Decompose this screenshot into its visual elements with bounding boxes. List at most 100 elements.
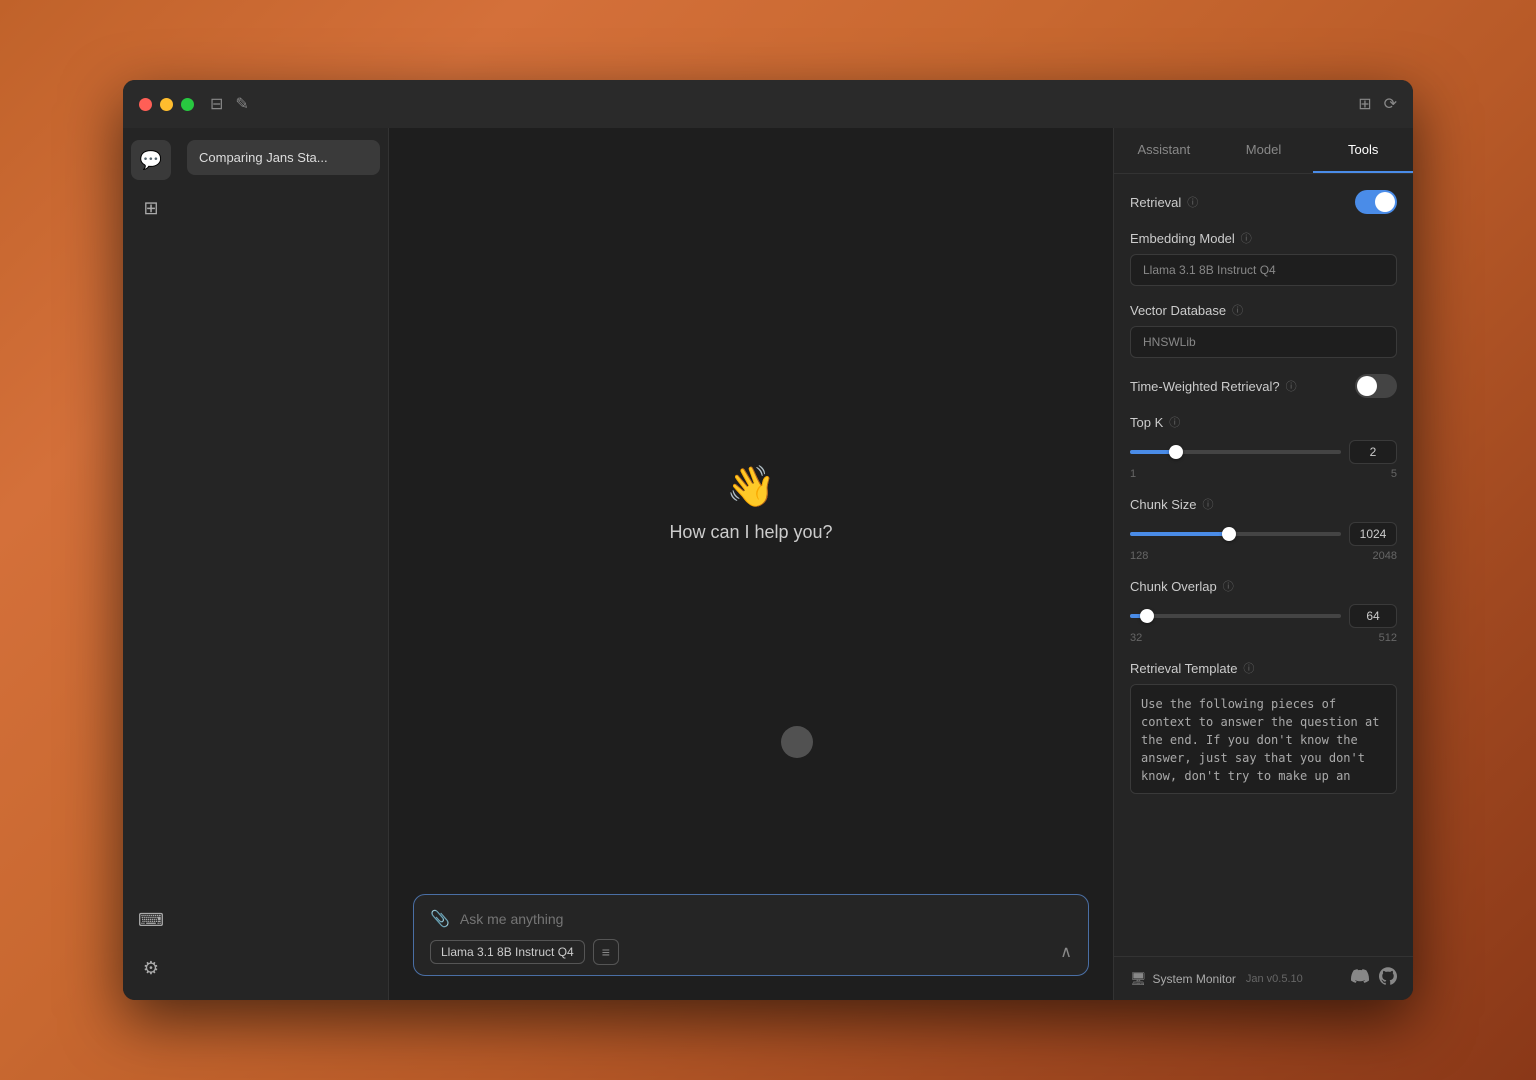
layout-icon[interactable]: ⊞ [1358, 94, 1371, 114]
chunk-overlap-container: Chunk Overlap ⓘ 64 32 512 [1130, 578, 1397, 644]
chat-input-bottom: Llama 3.1 8B Instruct Q4 ≡ ∧ [430, 939, 1072, 965]
panel-content: Retrieval ⓘ Embedding Model ⓘ Llama 3.1 … [1114, 174, 1413, 956]
retrieval-template-textarea[interactable]: Use the following pieces of context to a… [1130, 684, 1397, 794]
tab-model[interactable]: Model [1214, 128, 1314, 173]
top-k-max: 5 [1391, 468, 1397, 480]
attach-icon[interactable]: 📎 [430, 909, 450, 929]
chunk-overlap-value[interactable]: 64 [1349, 604, 1397, 628]
titlebar: ⊟ ✎ ⊞ ⟳ [123, 80, 1413, 128]
panel-footer: 🖥 System Monitor Jan v0.5.10 [1114, 956, 1413, 1000]
welcome-emoji: 👋 [726, 463, 776, 510]
model-settings-icon[interactable]: ≡ [593, 939, 619, 965]
sidebar-toggle-icon[interactable]: ⊟ [210, 94, 223, 114]
titlebar-left-icons: ⊟ ✎ [210, 94, 249, 114]
chat-input[interactable] [460, 911, 1072, 927]
chunk-size-value[interactable]: 1024 [1349, 522, 1397, 546]
chunk-size-min: 128 [1130, 550, 1148, 562]
chunk-size-labels: 128 2048 [1130, 550, 1397, 562]
toggle-thumb [1375, 192, 1395, 212]
top-k-label: Top K ⓘ [1130, 414, 1397, 430]
edit-icon[interactable]: ✎ [235, 94, 248, 114]
chunk-size-fill [1130, 532, 1229, 536]
external-icon[interactable]: ⟳ [1384, 94, 1397, 114]
top-k-track[interactable] [1130, 450, 1341, 454]
top-k-slider-row: 2 [1130, 440, 1397, 464]
discord-icon[interactable] [1351, 967, 1369, 990]
typing-indicator [781, 726, 813, 758]
retrieval-toggle[interactable] [1355, 190, 1397, 214]
top-k-container: Top K ⓘ 2 1 5 [1130, 414, 1397, 480]
chunk-size-max: 2048 [1373, 550, 1397, 562]
top-k-min: 1 [1130, 468, 1136, 480]
embedding-info-icon[interactable]: ⓘ [1241, 230, 1252, 246]
collapse-button[interactable]: ∧ [1060, 942, 1072, 962]
model-selector[interactable]: Llama 3.1 8B Instruct Q4 [430, 940, 585, 964]
chunk-size-label: Chunk Size ⓘ [1130, 496, 1397, 512]
github-icon[interactable] [1379, 967, 1397, 990]
traffic-lights [139, 98, 194, 111]
time-weighted-toggle[interactable] [1355, 374, 1397, 398]
chunk-size-container: Chunk Size ⓘ 1024 128 2048 [1130, 496, 1397, 562]
main-layout: 💬 ⊞ ⌨ ⚙ Comparing Jans Sta... � [123, 128, 1413, 1000]
embedding-model-select[interactable]: Llama 3.1 8B Instruct Q4 [1130, 254, 1397, 286]
system-monitor-button[interactable]: 🖥 System Monitor [1130, 971, 1236, 987]
model-label: Llama 3.1 8B Instruct Q4 [441, 945, 574, 959]
chunk-size-thumb[interactable] [1222, 527, 1236, 541]
chat-icon: 💬 [140, 150, 162, 171]
vector-db-select[interactable]: HNSWLib [1130, 326, 1397, 358]
tab-tools[interactable]: Tools [1313, 128, 1413, 173]
chunk-overlap-label: Chunk Overlap ⓘ [1130, 578, 1397, 594]
top-k-labels: 1 5 [1130, 468, 1397, 480]
top-k-thumb[interactable] [1169, 445, 1183, 459]
top-k-info-icon[interactable]: ⓘ [1169, 414, 1180, 430]
monitor-icon: 🖥 [1130, 971, 1147, 987]
sidebar: 💬 ⊞ ⌨ ⚙ [123, 128, 179, 1000]
maximize-button[interactable] [181, 98, 194, 111]
chat-history-panel: Comparing Jans Sta... [179, 128, 389, 1000]
vectordb-info-icon[interactable]: ⓘ [1232, 302, 1243, 318]
chunk-overlap-thumb[interactable] [1140, 609, 1154, 623]
panel-tabs: Assistant Model Tools [1114, 128, 1413, 174]
tab-assistant[interactable]: Assistant [1114, 128, 1214, 173]
chunk-overlap-slider-row: 64 [1130, 604, 1397, 628]
top-k-value[interactable]: 2 [1349, 440, 1397, 464]
sidebar-item-settings[interactable]: ⚙ [131, 948, 171, 988]
retrieval-row: Retrieval ⓘ [1130, 190, 1397, 214]
chat-history-item[interactable]: Comparing Jans Sta... [187, 140, 380, 175]
chunk-overlap-labels: 32 512 [1130, 632, 1397, 644]
chat-input-box[interactable]: 📎 Llama 3.1 8B Instruct Q4 ≡ ∧ [413, 894, 1089, 976]
toggle-thumb-2 [1357, 376, 1377, 396]
chunk-size-info-icon[interactable]: ⓘ [1202, 496, 1213, 512]
model-badge: Llama 3.1 8B Instruct Q4 ≡ [430, 939, 619, 965]
time-weighted-info-icon[interactable]: ⓘ [1286, 378, 1297, 394]
sidebar-item-extensions[interactable]: ⊞ [131, 188, 171, 228]
chunk-overlap-info-icon[interactable]: ⓘ [1223, 578, 1234, 594]
retrieval-template-info-icon[interactable]: ⓘ [1243, 660, 1254, 676]
chat-input-area: 📎 Llama 3.1 8B Instruct Q4 ≡ ∧ [389, 878, 1113, 1000]
time-weighted-label: Time-Weighted Retrieval? ⓘ [1130, 378, 1297, 394]
sidebar-bottom: ⌨ ⚙ [131, 900, 171, 988]
footer-social [1351, 967, 1397, 990]
chunk-overlap-min: 32 [1130, 632, 1142, 644]
right-panel: Assistant Model Tools Retrieval ⓘ [1113, 128, 1413, 1000]
monitor-label: System Monitor [1153, 972, 1236, 986]
minimize-button[interactable] [160, 98, 173, 111]
chunk-overlap-track[interactable] [1130, 614, 1341, 618]
retrieval-label: Retrieval ⓘ [1130, 194, 1198, 210]
retrieval-template-label: Retrieval Template ⓘ [1130, 660, 1397, 676]
welcome-text: How can I help you? [669, 522, 832, 543]
retrieval-info-icon[interactable]: ⓘ [1187, 194, 1198, 210]
chat-history-label: Comparing Jans Sta... [199, 150, 328, 165]
chunk-size-slider-row: 1024 [1130, 522, 1397, 546]
sidebar-item-chat[interactable]: 💬 [131, 140, 171, 180]
chat-input-row: 📎 [430, 909, 1072, 929]
chunk-overlap-max: 512 [1379, 632, 1397, 644]
close-button[interactable] [139, 98, 152, 111]
sidebar-item-terminal[interactable]: ⌨ [131, 900, 171, 940]
embedding-model-label: Embedding Model ⓘ [1130, 230, 1397, 246]
time-weighted-row: Time-Weighted Retrieval? ⓘ [1130, 374, 1397, 398]
chunk-size-track[interactable] [1130, 532, 1341, 536]
vector-db-label: Vector Database ⓘ [1130, 302, 1397, 318]
chat-content: 👋 How can I help you? [389, 128, 1113, 878]
grid-icon: ⊞ [143, 198, 158, 219]
